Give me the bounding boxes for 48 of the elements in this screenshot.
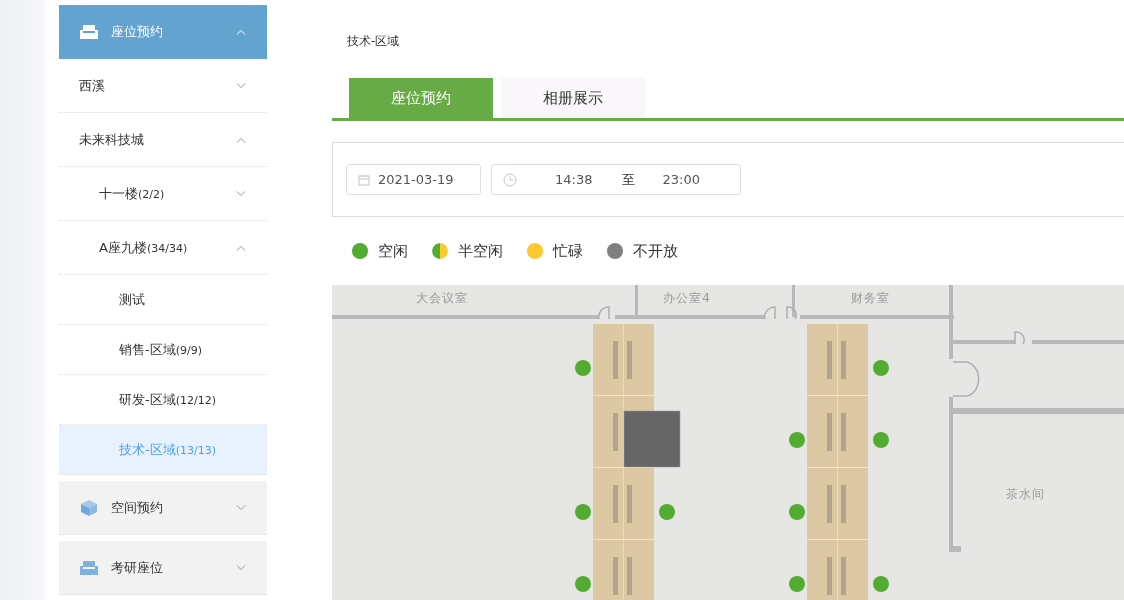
cube-icon xyxy=(80,498,98,517)
seat-marker[interactable] xyxy=(575,504,591,520)
seat-marker[interactable] xyxy=(873,576,889,592)
tab[interactable]: 相册展示 xyxy=(501,78,645,118)
chevron-down-icon xyxy=(236,190,246,197)
door-drawing xyxy=(1014,331,1025,345)
door-drawing xyxy=(764,306,776,320)
tree-item[interactable]: 十一楼(2/2) xyxy=(59,167,267,221)
seat-marker[interactable] xyxy=(575,360,591,376)
seat-marker[interactable] xyxy=(873,360,889,376)
seat-marker[interactable] xyxy=(873,432,889,448)
armchair-icon xyxy=(80,24,98,40)
calendar-icon xyxy=(358,173,370,186)
room-label: 财务室 xyxy=(850,291,890,305)
room-label: 茶水间 xyxy=(1005,487,1045,501)
armchair-icon xyxy=(80,559,98,576)
legend-label: 半空闲 xyxy=(458,241,503,261)
tree-leaf[interactable]: 测试 xyxy=(59,275,267,325)
tree-item[interactable]: 西溪 xyxy=(59,59,267,113)
time-range-field[interactable]: 14:38 至 23:00 xyxy=(491,164,741,195)
clock-icon xyxy=(503,172,517,187)
door-drawing xyxy=(598,306,610,320)
room-label: 办公室4 xyxy=(663,291,711,305)
room-label: 大会议室 xyxy=(416,291,468,305)
seat-marker[interactable] xyxy=(789,432,805,448)
chevron-up-icon xyxy=(236,136,246,143)
tree-leaf[interactable]: 销售-区域(9/9) xyxy=(59,325,267,375)
tree-item[interactable]: A座九楼(34/34) xyxy=(59,221,267,275)
menu-section[interactable]: 空间预约 xyxy=(59,481,267,535)
legend-label: 忙碌 xyxy=(553,241,583,261)
legend-label: 空闲 xyxy=(378,241,408,261)
chevron-up-icon xyxy=(236,244,246,251)
door-drawing xyxy=(786,306,797,320)
seat-marker[interactable] xyxy=(789,504,805,520)
chevron-down-icon xyxy=(236,504,246,511)
chevron-down-icon xyxy=(236,82,246,89)
seat-marker[interactable] xyxy=(789,576,805,592)
tree-item[interactable]: 未来科技城 xyxy=(59,113,267,167)
seat-marker[interactable] xyxy=(575,576,591,592)
legend-label: 不开放 xyxy=(633,241,678,261)
door-drawing xyxy=(952,361,980,397)
menu-section[interactable]: 考研座位 xyxy=(59,541,267,595)
date-field[interactable]: 2021-03-19 xyxy=(346,164,481,195)
chevron-up-icon xyxy=(236,29,246,35)
chevron-down-icon xyxy=(236,564,246,571)
wall xyxy=(792,285,795,317)
seat-marker[interactable] xyxy=(659,504,675,520)
breadcrumb: 技术-区域 xyxy=(347,33,400,50)
